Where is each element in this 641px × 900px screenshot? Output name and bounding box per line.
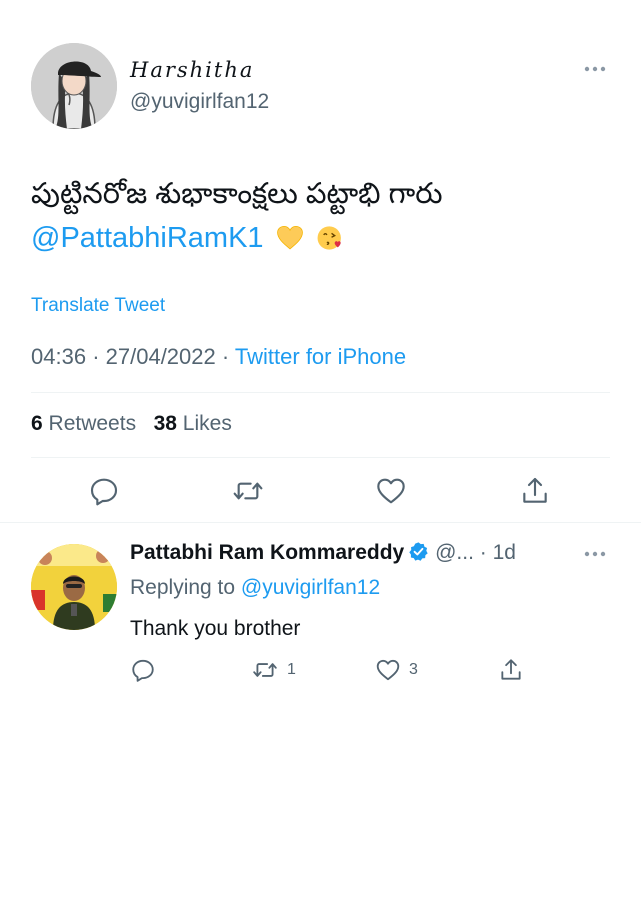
retweet-icon[interactable] (232, 475, 264, 507)
user-handle[interactable]: @... (435, 541, 474, 564)
avatar[interactable] (31, 43, 117, 129)
main-tweet: Harshitha @yuvigirlfan12 పుట్టినరోజ శుభా… (0, 0, 641, 522)
share-icon[interactable] (519, 475, 551, 507)
likes-label: Likes (182, 412, 232, 435)
display-name[interactable]: Pattabhi Ram Kommareddy (130, 541, 404, 564)
verified-badge-icon (409, 542, 428, 561)
retweets-count: 6 (31, 412, 43, 435)
reply-button[interactable] (130, 656, 156, 684)
retweet-button[interactable]: 1 (251, 656, 296, 684)
replying-to-label: Replying to (130, 576, 236, 599)
yellow-heart-icon (276, 225, 303, 250)
divider (31, 457, 610, 458)
share-button[interactable] (498, 656, 524, 684)
retweet-icon[interactable] (251, 657, 279, 683)
reply-text: Thank you brother (130, 617, 301, 640)
divider (31, 392, 610, 393)
divider (0, 522, 641, 523)
likes-stat[interactable]: 38 Likes (154, 412, 232, 435)
retweets-stat[interactable]: 6 Retweets (31, 412, 136, 435)
share-icon[interactable] (498, 657, 524, 683)
tweet-date[interactable]: 27/04/2022 (106, 344, 216, 369)
face-blowing-kiss-icon (317, 226, 341, 250)
avatar-image (31, 43, 117, 129)
tweet-text-telugu: పుట్టినరోజ శుభాకాంక్షలు పట్టాభి గారు (31, 178, 443, 210)
like-icon[interactable] (375, 657, 401, 683)
separator: · (92, 344, 100, 369)
tweet-source-link[interactable]: Twitter for iPhone (235, 344, 406, 369)
retweets-label: Retweets (48, 412, 137, 435)
retweet-count: 1 (287, 661, 296, 678)
separator: · (221, 344, 230, 369)
more-options-icon[interactable] (583, 62, 607, 76)
replying-to-mention[interactable]: @yuvigirlfan12 (241, 576, 380, 599)
avatar-image (31, 544, 117, 630)
likes-count: 38 (153, 412, 177, 435)
reply-icon[interactable] (130, 657, 156, 683)
user-handle[interactable]: @yuvigirlfan12 (130, 90, 269, 114)
like-button[interactable]: 3 (375, 656, 418, 684)
mention-link[interactable]: @PattabhiRamK1 (31, 222, 264, 254)
like-icon[interactable] (375, 475, 407, 507)
translate-tweet-link[interactable]: Translate Tweet (31, 295, 165, 317)
replying-to: Replying to @yuvigirlfan12 (130, 576, 380, 600)
like-count: 3 (409, 661, 418, 678)
tweet-metadata: 04:36 · 27/04/2022 · Twitter for iPhone (31, 344, 406, 370)
separator: · (479, 541, 487, 564)
more-options-icon[interactable] (583, 547, 607, 561)
reply-time[interactable]: 1d (493, 541, 516, 564)
reply-icon[interactable] (88, 475, 120, 507)
tweet-time[interactable]: 04:36 (31, 344, 86, 369)
tweet-stats: 6 Retweets 38 Likes (31, 412, 232, 436)
reply-header: Pattabhi Ram Kommareddy @... · 1d (130, 541, 516, 565)
tweet-text: పుట్టినరోజ శుభాకాంక్షలు పట్టాభి గారు @Pa… (31, 172, 621, 260)
display-name[interactable]: Harshitha (130, 58, 254, 82)
tweet-text-line2: @PattabhiRamK1 (31, 216, 621, 260)
avatar[interactable] (31, 544, 117, 630)
